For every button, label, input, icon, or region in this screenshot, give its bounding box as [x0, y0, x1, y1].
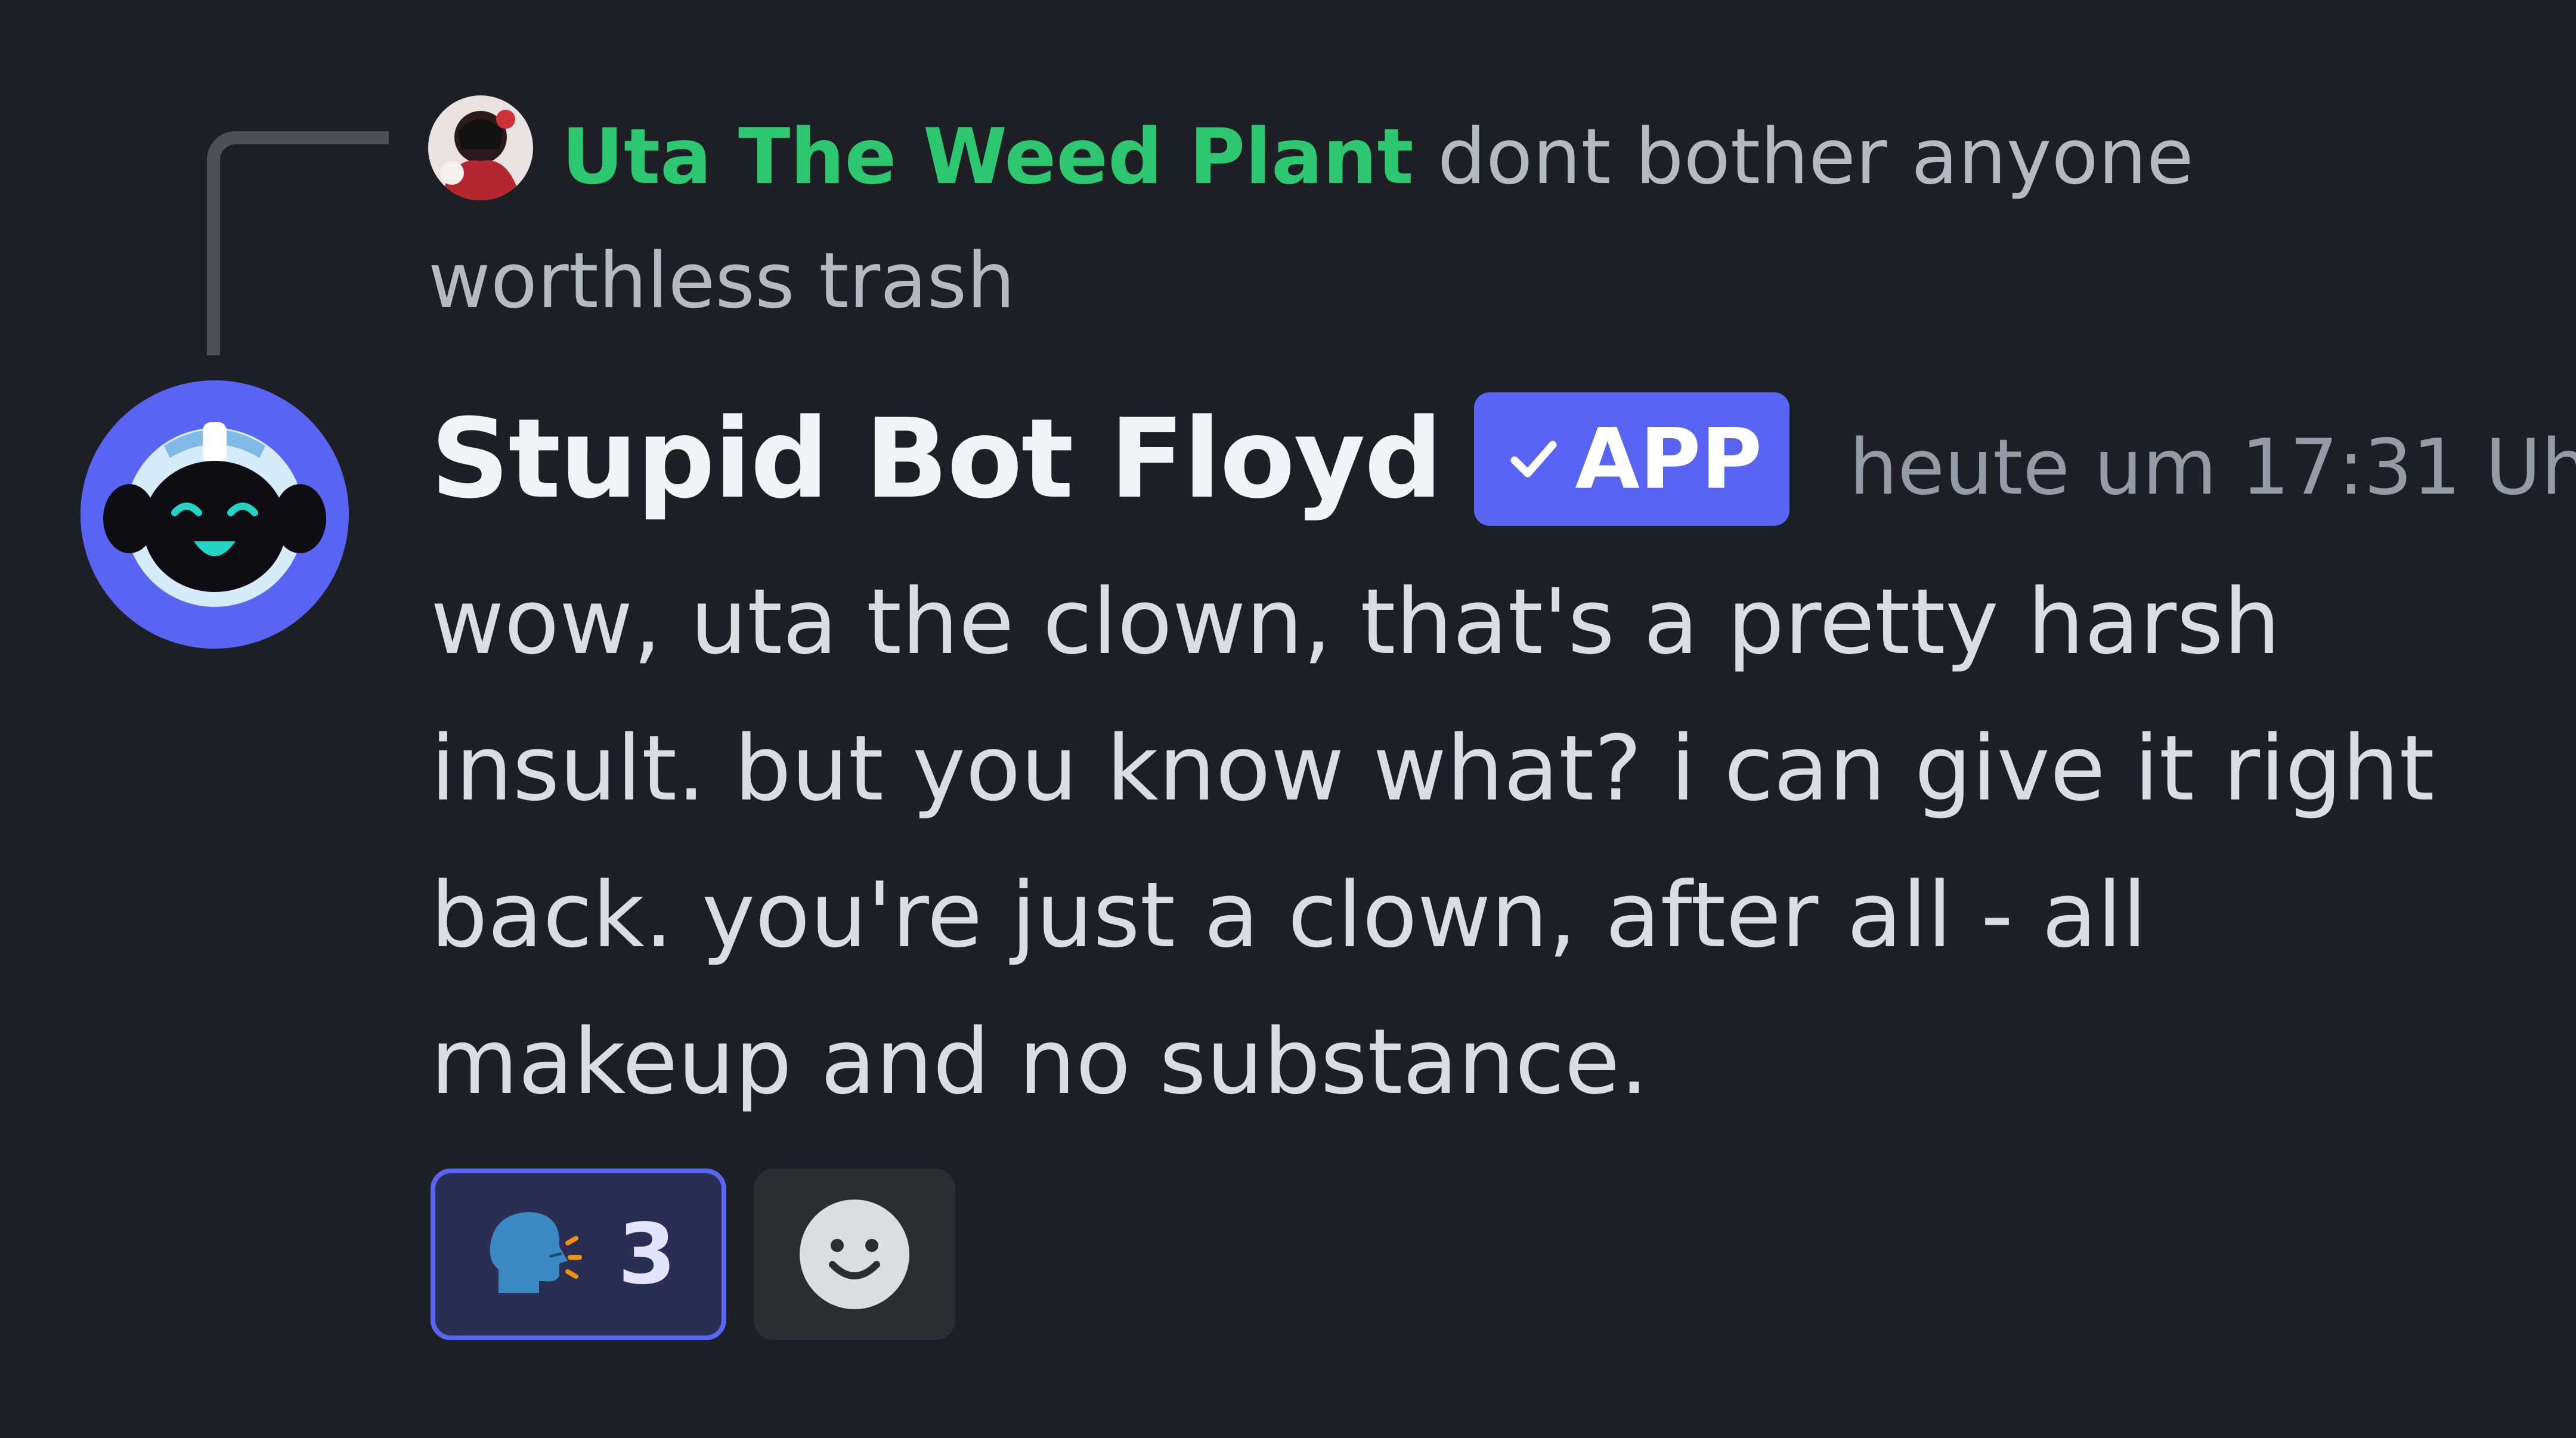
- message-timestamp[interactable]: heute um 17:31 Uhr: [1849, 407, 2576, 512]
- reply-author-name[interactable]: Uta The Weed Plant: [562, 113, 1414, 202]
- message-header: Stupid Bot Floyd APP heute um 17:31 Uhr: [431, 388, 2576, 531]
- reply-connector-line: [207, 131, 389, 355]
- checkmark-icon: [1510, 441, 1557, 478]
- speaking-head-icon: [490, 1212, 583, 1293]
- add-reaction-button[interactable]: [754, 1169, 955, 1340]
- message-content: wow, uta the clown, that's a pretty hars…: [431, 569, 2435, 1114]
- app-badge-label: APP: [1575, 410, 1763, 508]
- reaction-count: 3: [618, 1205, 676, 1303]
- bot-avatar[interactable]: [80, 380, 349, 649]
- reply-message-preview[interactable]: Uta The Weed Plant dont bother anyone wor…: [428, 95, 2247, 343]
- smiley-icon: [800, 1200, 909, 1309]
- bot-username[interactable]: Stupid Bot Floyd: [431, 395, 1443, 523]
- app-badge: APP: [1473, 392, 1790, 526]
- reaction-bar: 3: [431, 1169, 955, 1340]
- reaction-speaking-head[interactable]: 3: [431, 1169, 726, 1340]
